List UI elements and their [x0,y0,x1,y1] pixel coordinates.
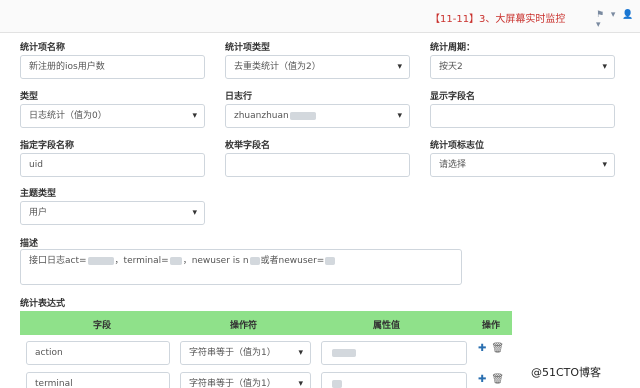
stat-type-value: 去重类统计（值为2） [234,62,321,72]
stat-period-suffix: 2 [457,62,463,72]
redacted-text [289,111,316,120]
log-type-label: 类型 [20,92,39,102]
description-label: 描述 [20,239,39,249]
expr-operator-value: 字符串等于（值为1） [189,348,276,358]
field-name-label: 指定字段名称 [20,141,75,151]
top-bar: 【11-11】3、大屏幕实时监控 ⚑ ▾ 👤 ▾ [0,0,640,33]
row-actions: ✚ 🗑 [478,374,504,385]
stat-period-value: 按天 [439,62,458,72]
enum-field-input[interactable] [225,153,410,177]
log-type-select[interactable]: 日志统计（值为0） [20,104,205,128]
expr-value-input[interactable] [321,341,467,365]
redacted-text [332,348,356,357]
redacted-text [325,256,336,265]
topic-type-label: 主题类型 [20,189,57,199]
stat-flag-label: 统计项标志位 [430,141,485,151]
log-line-value: zhuanzhuan [234,111,289,121]
description-textarea[interactable]: 接口日志act= ，terminal= ，newuser is n 或者newuser… [20,249,462,285]
watermark: @51CTO博客 [531,364,602,380]
stat-type-select[interactable]: 去重类统计（值为2） [225,55,410,79]
expr-field-input[interactable]: action [26,341,170,365]
log-line-label: 日志行 [225,92,253,102]
stat-flag-select[interactable]: 请选择 [430,153,615,177]
expr-field-input[interactable]: terminal [26,372,170,388]
col-operator: 操作符 [230,321,258,331]
topic-type-value: 用户 [29,208,48,218]
row-actions: ✚ 🗑 [478,343,504,354]
user-menu-icons[interactable]: ⚑ ▾ 👤 ▾ [596,10,640,30]
trash-icon[interactable]: 🗑 [491,343,504,354]
expr-value-input[interactable] [321,372,467,388]
desc-part-1: 接口日志act= [29,256,87,266]
log-type-value: 日志统计（值为0） [29,111,107,121]
stat-name-input[interactable]: 新注册的ios用户数 [20,55,205,79]
redacted-text [87,256,114,265]
desc-part-4: 或者newuser= [260,256,325,266]
log-line-select[interactable]: zhuanzhuan [225,104,410,128]
redacted-text [332,379,342,388]
trash-icon[interactable]: 🗑 [491,374,504,385]
field-name-input[interactable]: uid [20,153,205,177]
expression-table-header: 字段 操作符 属性值 操作 [20,311,512,335]
topic-type-select[interactable]: 用户 [20,201,205,225]
stat-name-label: 统计项名称 [20,43,66,53]
desc-part-2: ，terminal= [114,256,169,266]
stat-flag-value: 请选择 [439,160,467,170]
redacted-text [249,256,260,265]
stat-type-label: 统计项类型 [225,43,271,53]
expr-operator-select[interactable]: 字符串等于（值为1） [180,372,311,388]
col-actions: 操作 [482,321,501,331]
desc-part-3: ，newuser is n [182,256,249,266]
expr-operator-select[interactable]: 字符串等于（值为1） [180,341,311,365]
enum-field-label: 枚举字段名 [225,141,271,151]
stat-period-label: 统计周期： [430,43,476,53]
display-field-input[interactable] [430,104,615,128]
col-field: 字段 [93,321,112,331]
add-icon[interactable]: ✚ [478,374,486,385]
display-field-label: 显示字段名 [430,92,476,102]
col-value: 属性值 [373,321,401,331]
expression-label: 统计表达式 [20,299,66,309]
stat-period-select[interactable]: 按天2 [430,55,615,79]
page-title: 【11-11】3、大屏幕实时监控 [430,14,566,25]
redacted-text [169,256,182,265]
expr-operator-value: 字符串等于（值为1） [189,379,276,388]
add-icon[interactable]: ✚ [478,343,486,354]
